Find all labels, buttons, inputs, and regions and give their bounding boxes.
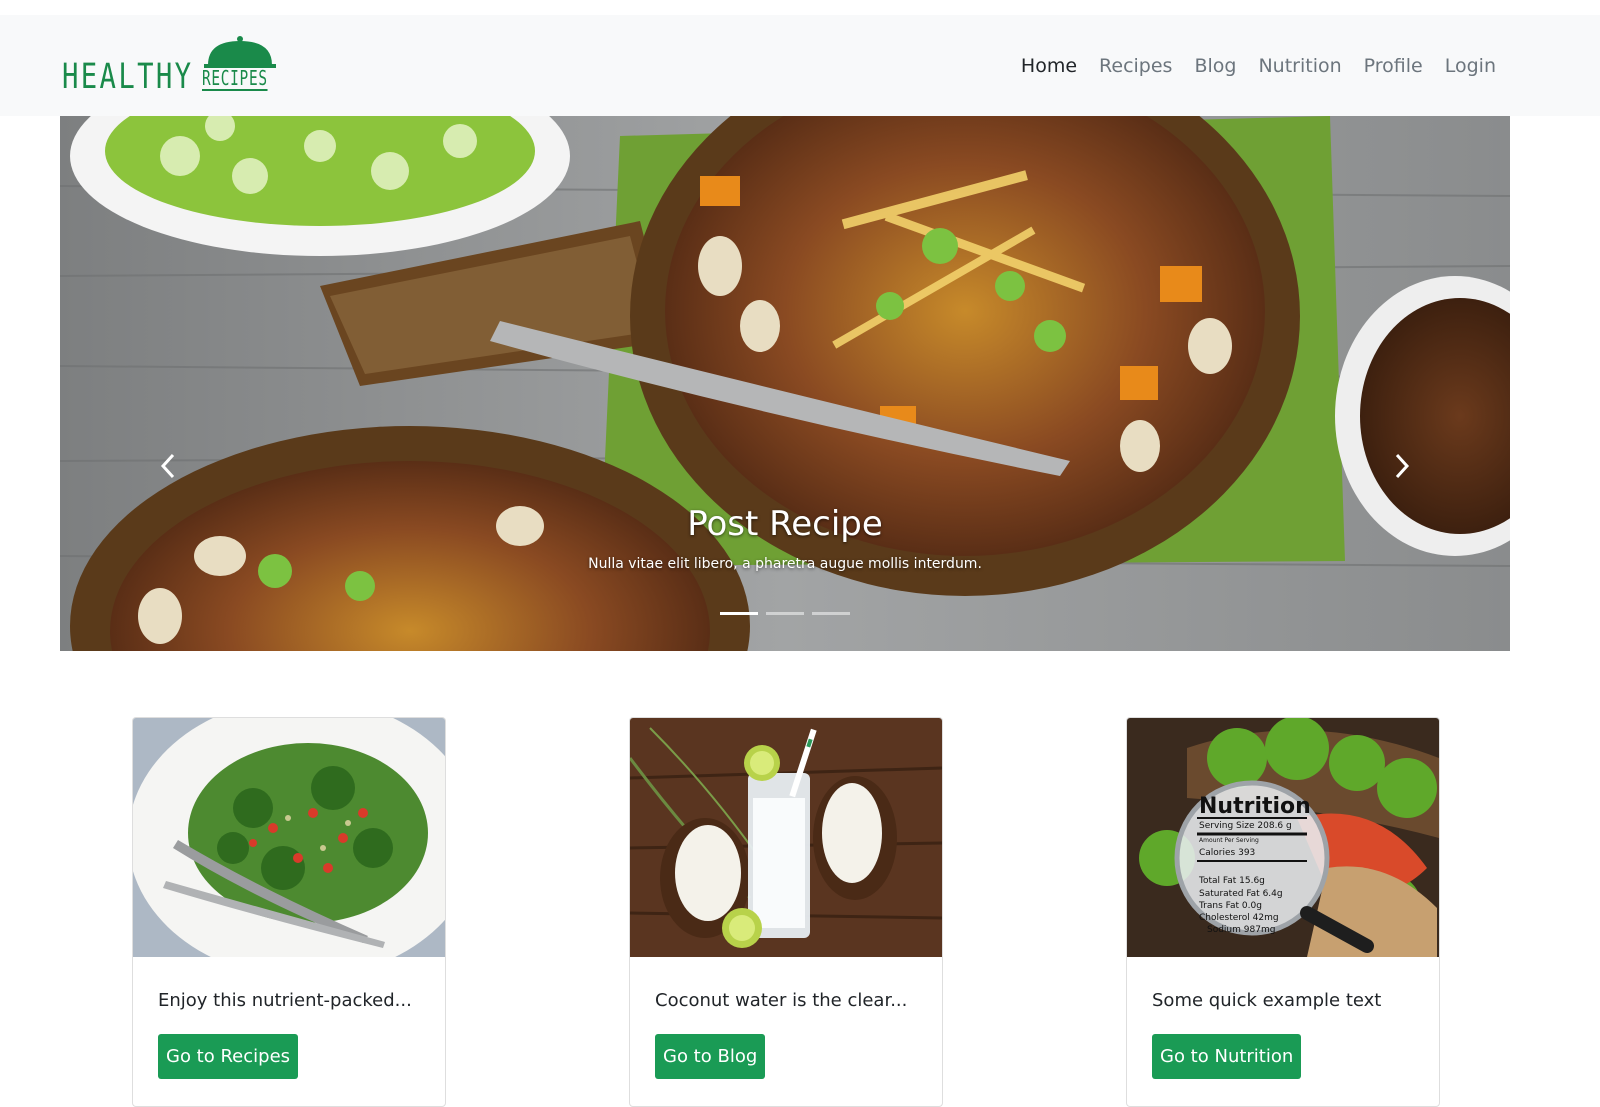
svg-text:Saturated Fat 6.4g: Saturated Fat 6.4g: [1199, 889, 1283, 899]
svg-text:Amount Per Serving: Amount Per Serving: [1199, 837, 1259, 844]
svg-text:Trans Fat 0.0g: Trans Fat 0.0g: [1198, 901, 1262, 911]
nav-blog[interactable]: Blog: [1194, 55, 1236, 77]
carousel-text: Nulla vitae elit libero, a pharetra augu…: [588, 556, 982, 572]
go-to-recipes-button[interactable]: Go to Recipes: [158, 1034, 299, 1079]
svg-text:Cholesterol 42mg: Cholesterol 42mg: [1199, 913, 1279, 923]
carousel-next-button[interactable]: [1382, 436, 1422, 496]
svg-text:Nutrition: Nutrition: [1199, 794, 1311, 819]
carousel-title: Post Recipe: [687, 504, 883, 544]
nav-login[interactable]: Login: [1445, 55, 1496, 77]
svg-text:Serving Size 208.6 g: Serving Size 208.6 g: [1199, 821, 1292, 831]
coconut-water-image: [630, 718, 942, 957]
card-text: Enjoy this nutrient-packed...: [158, 990, 412, 1011]
card-nutrition: Nutrition Serving Size 208.6 g Amount Pe…: [1126, 717, 1440, 1107]
nav-links: Home Recipes Blog Nutrition Profile Logi…: [1021, 15, 1496, 116]
carousel-prev-button[interactable]: [148, 436, 188, 496]
card-body: Some quick example text Go to Nutrition: [1127, 957, 1439, 1079]
card-blog: Coconut water is the clear... Go to Blog: [629, 717, 943, 1107]
card-body: Coconut water is the clear... Go to Blog: [630, 957, 942, 1079]
svg-text:Sodium 987mg: Sodium 987mg: [1207, 925, 1275, 935]
brand-name: HEALTHY: [62, 57, 194, 97]
nav-home[interactable]: Home: [1021, 55, 1077, 77]
brand-subname: RECIPES: [202, 66, 268, 91]
card-body: Enjoy this nutrient-packed... Go to Reci…: [133, 957, 445, 1079]
go-to-nutrition-button[interactable]: Go to Nutrition: [1152, 1034, 1302, 1079]
card-recipes: Enjoy this nutrient-packed... Go to Reci…: [132, 717, 446, 1107]
svg-text:Total Fat 15.6g: Total Fat 15.6g: [1198, 876, 1265, 886]
nav-recipes[interactable]: Recipes: [1099, 55, 1172, 77]
salad-image: [133, 718, 445, 957]
carousel-indicator-1[interactable]: [720, 612, 758, 615]
card-text: Coconut water is the clear...: [655, 990, 908, 1011]
navbar: HEALTHY RECIPES Home Recipes Blog Nutrit…: [0, 15, 1600, 116]
svg-text:Calories 393: Calories 393: [1199, 848, 1255, 858]
go-to-blog-button[interactable]: Go to Blog: [655, 1034, 766, 1079]
hero-carousel: Post Recipe Nulla vitae elit libero, a p…: [60, 116, 1510, 651]
nutrition-label-image: Nutrition Serving Size 208.6 g Amount Pe…: [1127, 718, 1439, 957]
chevron-left-icon: [160, 453, 175, 479]
nav-nutrition[interactable]: Nutrition: [1258, 55, 1341, 77]
cloche-icon: [204, 36, 276, 68]
carousel-caption: Post Recipe Nulla vitae elit libero, a p…: [60, 504, 1510, 572]
brand-logo[interactable]: HEALTHY RECIPES: [62, 35, 282, 99]
carousel-indicators: [60, 612, 1510, 615]
chevron-right-icon: [1395, 453, 1410, 479]
carousel-indicator-3[interactable]: [812, 612, 850, 615]
nav-profile[interactable]: Profile: [1364, 55, 1423, 77]
carousel-indicator-2[interactable]: [766, 612, 804, 615]
top-spacer: [0, 0, 1600, 15]
card-text: Some quick example text: [1152, 990, 1382, 1011]
